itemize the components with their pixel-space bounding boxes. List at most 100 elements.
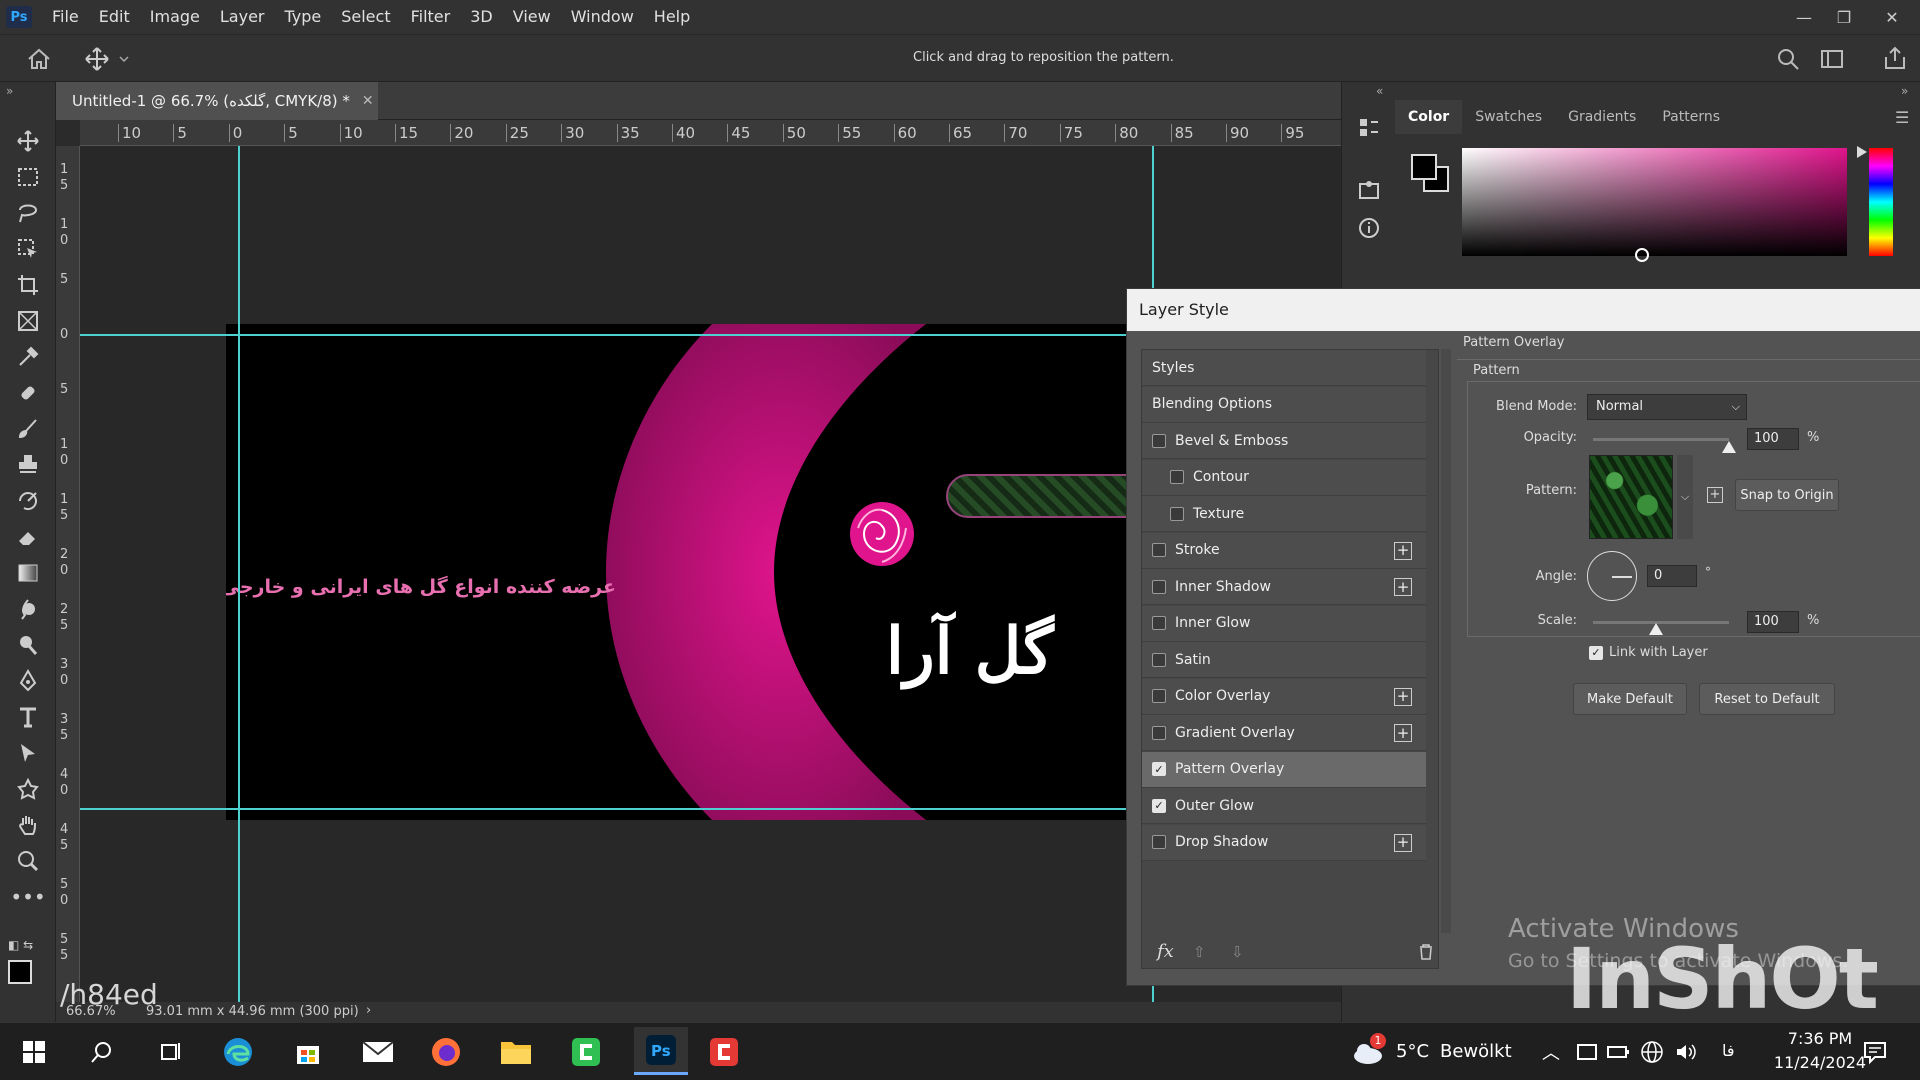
style-checkbox[interactable] [1152,433,1166,448]
crop-icon[interactable] [12,270,44,300]
stamp-icon[interactable] [12,450,44,480]
file-explorer-icon[interactable] [496,1032,536,1072]
properties-panel-icon[interactable] [1357,178,1381,202]
menu-filter[interactable]: Filter [401,0,461,34]
path-select-icon[interactable] [12,738,44,768]
link-with-layer-checkbox[interactable]: ✓ Link with Layer [1589,645,1708,660]
scale-slider-thumb[interactable] [1649,623,1663,635]
share-icon[interactable] [1882,45,1908,71]
style-checkbox[interactable] [1152,616,1166,630]
collapse-strip-icon[interactable]: « [1376,84,1383,98]
gradient-icon[interactable] [12,558,44,588]
document-tab[interactable]: Untitled-1 @ 66.7% (گلکده, CMYK/8) * ✕ [56,82,378,120]
collapse-panels-icon[interactable]: » [1901,84,1908,98]
tray-chevron-icon[interactable]: ︿ [1542,1039,1560,1065]
style-checkbox[interactable]: ✓ [1152,762,1166,776]
pattern-picker-arrow-icon[interactable]: ⌵ [1677,455,1693,539]
style-checkbox[interactable] [1152,543,1166,557]
notifications-icon[interactable] [1862,1039,1888,1065]
opacity-slider-thumb[interactable] [1722,441,1736,453]
move-tool-icon[interactable] [84,45,134,73]
styles-list-scrollbar[interactable] [1441,349,1451,933]
color-field-picker[interactable] [1635,248,1649,262]
style-row-color-overlay[interactable]: Color Overlay + [1142,678,1426,715]
menu-file[interactable]: File [42,0,89,34]
tab-patterns[interactable]: Patterns [1649,100,1733,134]
add-effect-icon[interactable]: + [1394,578,1412,596]
network-icon[interactable] [1640,1040,1664,1064]
angle-input[interactable]: 0 [1647,565,1697,587]
camtasia-icon[interactable] [566,1032,606,1072]
style-row-drop-shadow[interactable]: Drop Shadow + [1142,824,1426,861]
more-tools-icon[interactable]: ••• [10,882,45,912]
type-icon[interactable] [12,702,44,732]
zoom-icon[interactable] [12,846,44,876]
weather-text[interactable]: Bewölkt [1440,1041,1512,1062]
hue-slider[interactable] [1869,148,1893,256]
marquee-icon[interactable] [12,162,44,192]
new-preset-icon[interactable]: + [1707,487,1723,503]
home-icon[interactable] [24,45,54,73]
style-checkbox[interactable] [1170,470,1184,484]
move-up-icon[interactable]: ⇧ [1193,943,1206,961]
add-effect-icon[interactable]: + [1394,687,1412,706]
history-brush-icon[interactable] [12,486,44,516]
firefox-icon[interactable] [426,1032,466,1072]
reset-to-default-button[interactable]: Reset to Default [1699,683,1835,715]
style-row-styles[interactable]: Styles [1142,350,1426,386]
style-checkbox[interactable] [1152,652,1166,667]
style-row-satin[interactable]: Satin [1142,642,1426,678]
volume-icon[interactable] [1674,1040,1698,1064]
hue-slider-marker[interactable] [1857,146,1867,158]
info-icon[interactable] [1357,216,1381,240]
style-row-blending-options[interactable]: Blending Options [1142,386,1426,423]
dodge-icon[interactable] [12,630,44,660]
pattern-swatch[interactable] [1589,455,1673,539]
menu-layer[interactable]: Layer [210,0,275,34]
menu-edit[interactable]: Edit [89,0,140,34]
style-checkbox[interactable] [1152,579,1166,594]
menu-view[interactable]: View [503,0,561,34]
tray-meet-icon[interactable] [1576,1041,1598,1063]
windows-start-icon[interactable] [14,1032,54,1072]
hand-icon[interactable] [12,810,44,840]
edge-icon[interactable] [218,1032,258,1072]
blend-mode-select[interactable]: Normal ⌵ [1587,394,1747,420]
style-row-inner-shadow[interactable]: Inner Shadow + [1142,569,1426,605]
workspace-icon[interactable] [1820,47,1844,71]
swap-colors-icon[interactable]: ◧ ⇆ [8,938,48,954]
foreground-color-swatch[interactable] [8,960,32,984]
menu-window[interactable]: Window [561,0,644,34]
add-effect-icon[interactable]: + [1394,541,1412,560]
pen-icon[interactable] [12,666,44,696]
style-row-stroke[interactable]: Stroke + [1142,532,1426,569]
style-row-outer-glow[interactable]: ✓ Outer Glow [1142,788,1426,824]
delete-effect-icon[interactable] [1417,943,1435,961]
color-field[interactable] [1462,148,1847,256]
make-default-button[interactable]: Make Default [1573,683,1687,715]
style-row-bevel-emboss[interactable]: Bevel & Emboss [1142,423,1426,459]
tab-color[interactable]: Color [1395,100,1463,134]
eraser-icon[interactable] [12,522,44,552]
search-taskbar-icon[interactable] [82,1032,122,1072]
opacity-input[interactable]: 100 [1747,428,1799,450]
close-icon[interactable]: ✕ [1864,0,1920,34]
status-arrow-icon[interactable]: › [366,1003,371,1018]
clock-date[interactable]: 11/24/2024 [1770,1053,1870,1072]
minimize-icon[interactable]: — [1784,0,1824,34]
fx-menu-button[interactable]: fx [1157,941,1174,962]
battery-icon[interactable] [1606,1041,1630,1063]
style-checkbox[interactable]: ✓ [1152,798,1166,813]
blur-icon[interactable] [12,594,44,624]
healing-brush-icon[interactable] [12,378,44,408]
move-icon[interactable] [12,126,44,156]
menu-help[interactable]: Help [644,0,700,34]
add-effect-icon[interactable]: + [1394,833,1412,852]
tab-swatches[interactable]: Swatches [1462,100,1555,134]
menu-select[interactable]: Select [331,0,400,34]
opacity-slider-track[interactable] [1593,438,1729,441]
document-canvas[interactable]: عرضه کننده انواع گل های ایرانی و خارجی گ… [226,324,1226,820]
style-checkbox[interactable] [1152,689,1166,703]
style-checkbox[interactable] [1152,835,1166,849]
style-row-texture[interactable]: Texture [1142,496,1426,532]
